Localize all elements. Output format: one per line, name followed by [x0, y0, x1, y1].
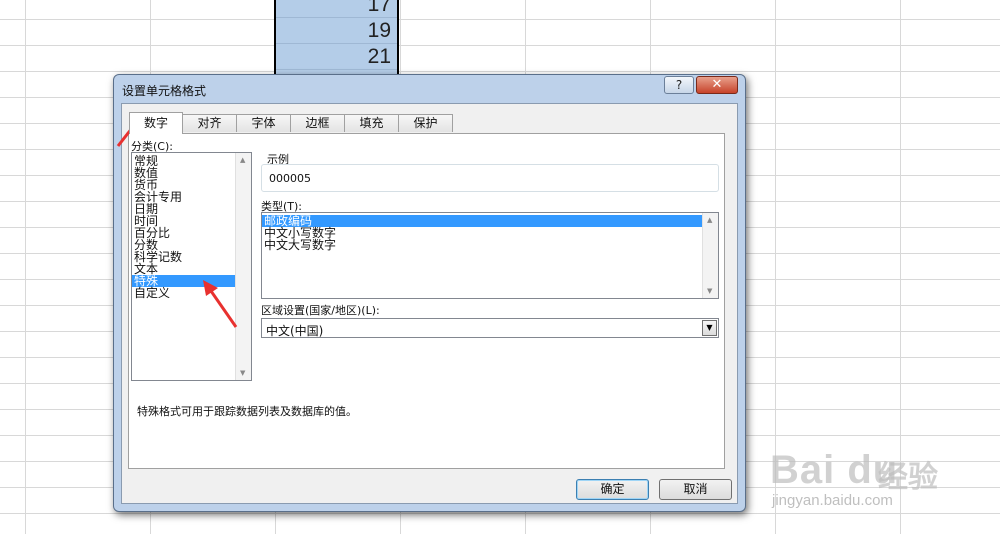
arrow-to-special-item-icon [203, 280, 238, 328]
tab-number[interactable]: 数字 [129, 112, 183, 134]
baidu-logo-cn: 经验 [878, 460, 938, 495]
baidu-watermark: Bai du 经验 jingyan.baidu.com [760, 420, 990, 515]
watermark-url: jingyan.baidu.com [772, 492, 893, 509]
